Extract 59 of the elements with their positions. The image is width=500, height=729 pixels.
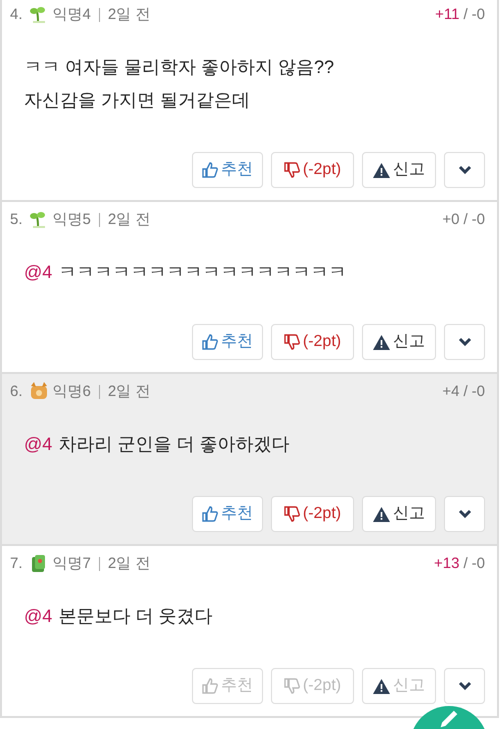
comment-number: 7. [10,554,23,574]
dislike-button[interactable]: (-2pt) [271,324,354,360]
chevron-down-icon [458,165,472,175]
author-name: 익명6 [52,382,91,402]
chevron-down-icon [458,337,472,347]
thumbs-down-icon [284,678,300,694]
expand-button[interactable] [444,496,485,532]
expand-button[interactable] [444,324,485,360]
score-separator: / [463,4,468,25]
downvote-count: -0 [472,382,485,402]
upvote-count: +11 [435,4,460,25]
thumbs-up-icon [202,506,218,522]
comment-text: ㅋㅋㅋㅋㅋㅋㅋㅋㅋㅋㅋㅋㅋㅋㅋㅋ [58,261,346,284]
expand-button[interactable] [444,152,485,188]
score-separator: / [463,554,468,574]
comment-text: 본문보다 더 웃겼다 [58,605,212,628]
score-separator: / [463,210,468,230]
thumbs-up-icon [202,334,218,350]
chevron-down-icon [458,509,472,519]
thumbs-down-icon [284,334,300,350]
report-button[interactable]: 신고 [362,324,436,360]
upvote-count: +13 [434,554,460,574]
pencil-icon [440,710,458,728]
comment-number: 4. [10,4,23,25]
post-time: 2일 전 [108,4,150,25]
comment-text: 차라리 군인을 더 좋아하겠다 [58,433,290,456]
comment-number: 6. [10,382,23,402]
author-name: 익명4 [52,4,91,25]
warning-icon [373,334,390,350]
like-button[interactable]: 추천 [192,496,263,532]
thumbs-up-icon [202,678,218,694]
post-time: 2일 전 [108,210,150,230]
author-name: 익명5 [52,210,91,230]
score-separator: / [463,382,468,402]
thumbs-up-icon [202,162,218,178]
warning-icon [373,162,390,178]
warning-icon [373,506,390,522]
post-time: 2일 전 [108,382,150,402]
downvote-count: -0 [472,4,485,25]
chevron-down-icon [458,681,472,691]
cat-icon [28,382,49,402]
author-name: 익명7 [52,554,91,574]
comment-text: ㅋㅋ 여자들 물리학자 좋아하지 않음?? [24,56,334,79]
report-button[interactable]: 신고 [362,496,436,532]
downvote-count: -0 [472,210,485,230]
comment-number: 5. [10,210,23,230]
comment-text: 자신감을 가지면 될거같은데 [24,89,250,112]
like-button[interactable]: 추천 [192,324,263,360]
report-button[interactable]: 신고 [362,152,436,188]
dislike-button[interactable]: (-2pt) [271,152,354,188]
downvote-count: -0 [472,554,485,574]
post-time: 2일 전 [108,554,150,574]
like-button[interactable]: 추천 [192,152,263,188]
thumbs-down-icon [284,162,300,178]
dislike-button[interactable]: (-2pt) [271,496,354,532]
warning-icon [373,678,390,694]
thumbs-down-icon [284,506,300,522]
upvote-count: +4 [442,382,460,402]
upvote-count: +0 [442,210,460,230]
